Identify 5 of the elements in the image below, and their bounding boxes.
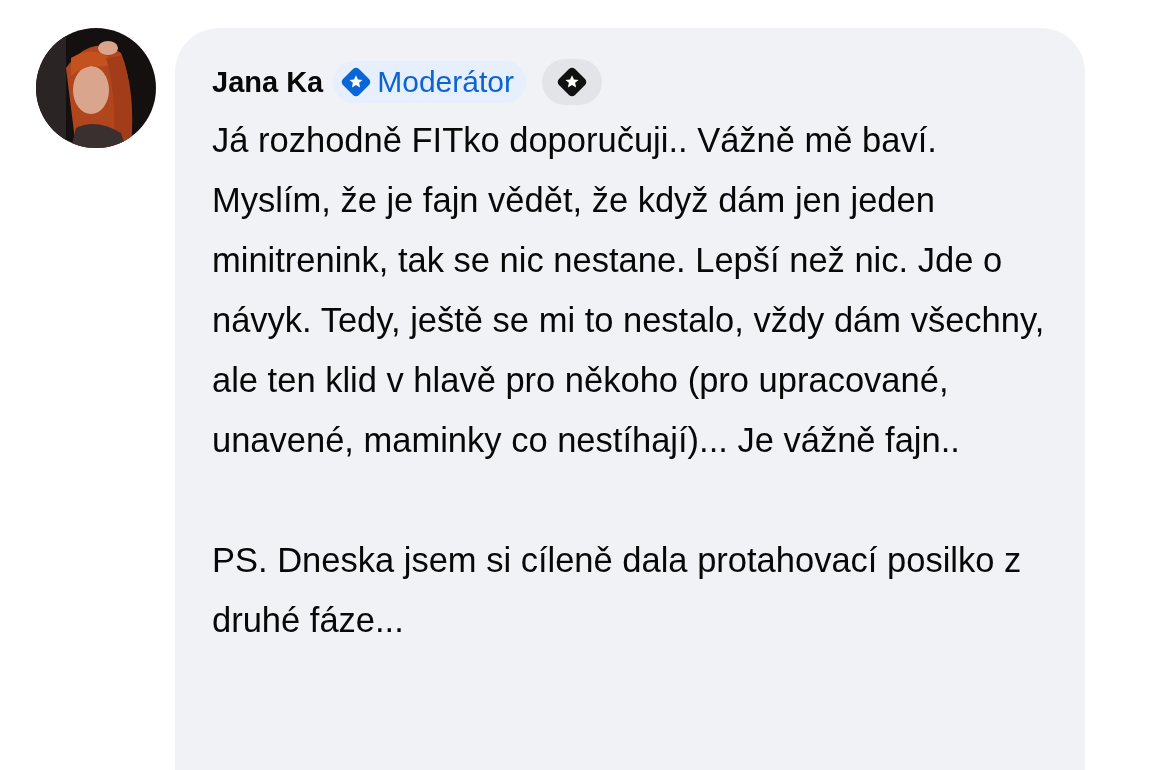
badge-label: Moderátor <box>377 65 514 99</box>
comment-text: Já rozhodně FITko doporučuji.. Vážně mě baví. Myslím, že je fajn vědět, že když dám jen jeden minitrenink, tak se nic nestane. Lepší než nic. Jde o návyk. Tedy, ještě se mi to nestalo, vždy dám všechny, ale ten klid v hlavě pro někoho (pro upracované, unavené, maminky co nestíhají)... Je vážně fajn.. <box>212 120 1046 461</box>
author-name[interactable]: Jana Ka <box>212 65 324 99</box>
badge-button[interactable] <box>541 59 602 105</box>
comment-text: PS. Dneska jsem si cíleně dala protahovací posilko z druhé fáze... <box>212 540 1023 641</box>
